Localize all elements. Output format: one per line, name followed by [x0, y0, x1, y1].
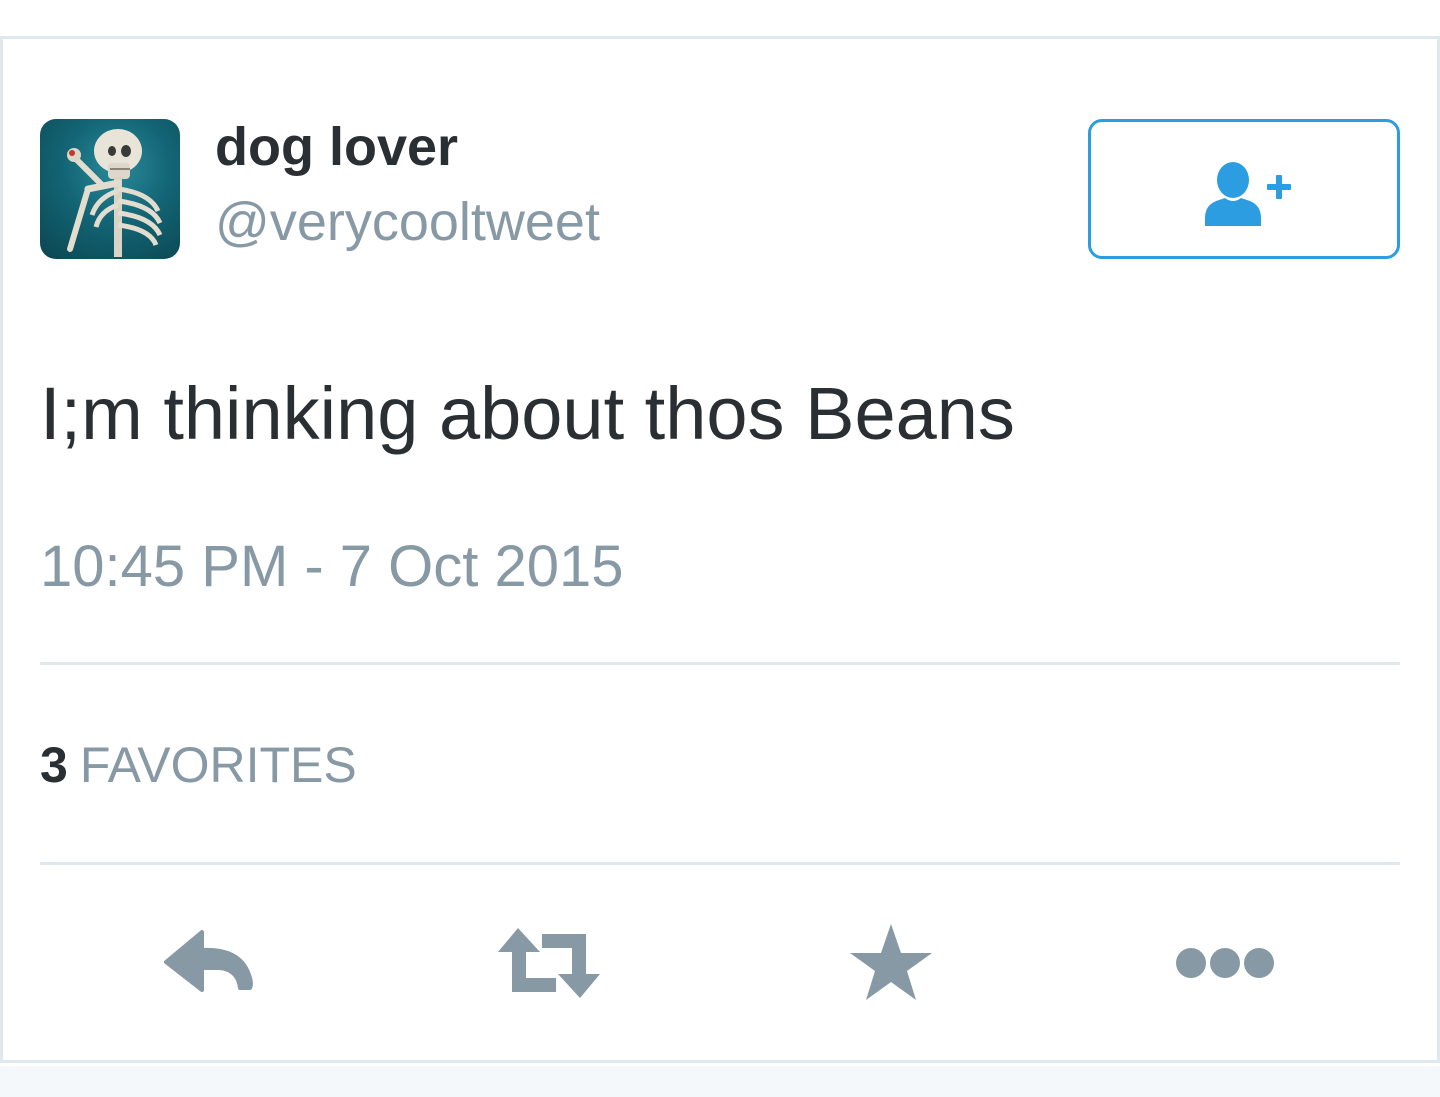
favorites-label: FAVORITES	[79, 737, 357, 793]
tweet-timestamp[interactable]: 10:45 PM - 7 Oct 2015	[40, 534, 624, 600]
reply-icon	[164, 930, 253, 992]
display-name[interactable]: dog lover	[215, 116, 458, 178]
avatar[interactable]	[40, 119, 180, 259]
divider	[40, 662, 1400, 665]
follow-user-icon	[1205, 162, 1291, 226]
tweet-detail-page: dog lover @verycooltweet I;m thinking ab…	[0, 0, 1440, 1097]
skeleton-avatar-icon	[67, 129, 163, 257]
retweet-icon	[498, 928, 600, 998]
favorites-count: 3	[40, 737, 68, 793]
follow-button[interactable]	[1088, 119, 1400, 259]
favorite-button[interactable]	[836, 920, 946, 1006]
more-button[interactable]	[1170, 920, 1280, 1006]
bottom-strip	[0, 1066, 1440, 1097]
divider	[40, 862, 1400, 865]
tweet-text: I;m thinking about thos Beans	[40, 372, 1015, 455]
favorites-stat[interactable]: 3 FAVORITES	[40, 735, 357, 795]
star-icon	[850, 924, 932, 1000]
retweet-button[interactable]	[494, 920, 604, 1006]
user-handle[interactable]: @verycooltweet	[215, 191, 600, 253]
more-dots-icon	[1176, 948, 1274, 978]
reply-button[interactable]	[160, 920, 270, 1006]
